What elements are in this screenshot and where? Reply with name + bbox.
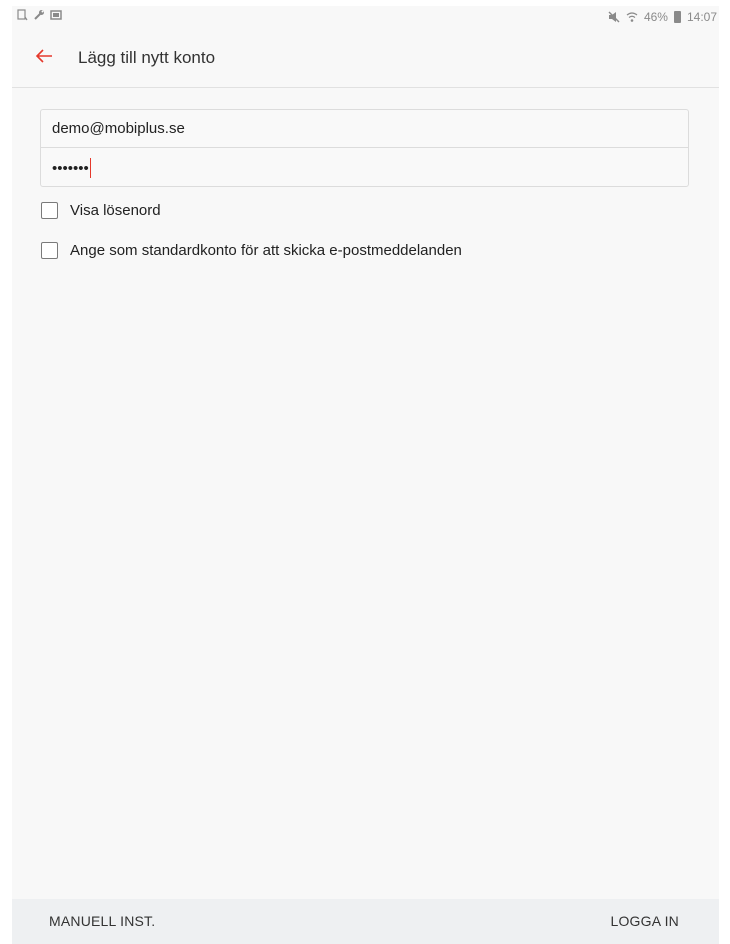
mute-icon: [608, 11, 620, 23]
status-left-icons: [16, 9, 62, 21]
login-button[interactable]: LOGGA IN: [610, 913, 679, 929]
page-title: Lägg till nytt konto: [78, 48, 216, 67]
screen: 46% 14:07 Lägg till nytt konto demo@mobi…: [12, 6, 719, 944]
email-value: demo@mobiplus.se: [52, 120, 185, 137]
text-cursor: [89, 158, 91, 178]
password-value: •••••••: [52, 159, 89, 177]
back-arrow-icon[interactable]: [32, 44, 56, 68]
clock: 14:07: [686, 10, 717, 24]
battery-icon: [673, 11, 681, 23]
default-account-label: Ange som standardkonto för att skicka e-…: [70, 242, 462, 259]
manual-setup-button[interactable]: MANUELL INST.: [49, 913, 155, 929]
battery-percent: 46%: [643, 10, 668, 24]
show-password-label: Visa lösenord: [70, 202, 161, 219]
wifi-icon: [626, 12, 638, 22]
password-field[interactable]: •••••••: [41, 149, 688, 187]
status-bar: 46% 14:07: [12, 6, 719, 30]
default-account-option[interactable]: Ange som standardkonto för att skicka e-…: [41, 242, 462, 259]
email-field[interactable]: demo@mobiplus.se: [41, 110, 688, 148]
default-account-checkbox[interactable]: [41, 242, 58, 259]
image-icon: [50, 10, 62, 20]
wrench-icon: [34, 10, 44, 20]
app-bar: Lägg till nytt konto: [12, 30, 719, 88]
notification-icon: [17, 9, 28, 21]
show-password-option[interactable]: Visa lösenord: [41, 202, 161, 219]
show-password-checkbox[interactable]: [41, 202, 58, 219]
status-right-icons: 46% 14:07: [608, 10, 717, 24]
login-fields: demo@mobiplus.se •••••••: [40, 109, 689, 187]
bottom-bar: MANUELL INST. LOGGA IN: [12, 899, 719, 944]
